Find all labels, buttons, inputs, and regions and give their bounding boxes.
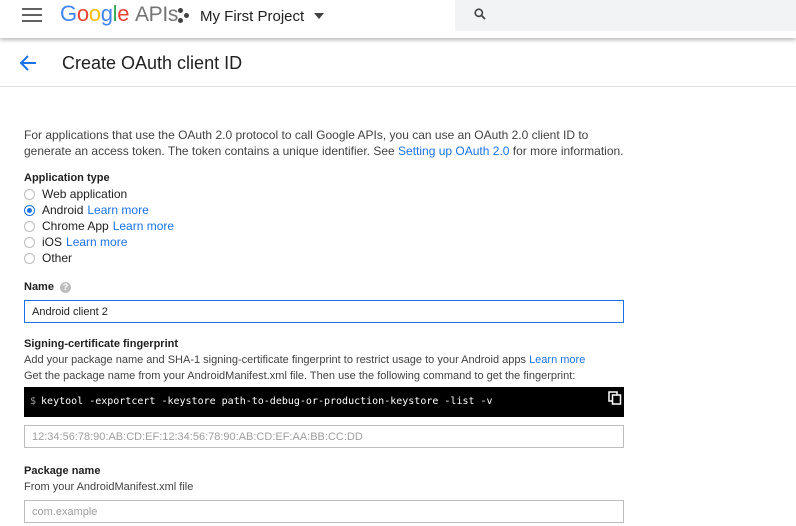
page-header: Create OAuth client ID <box>0 38 796 87</box>
logo-letter: e <box>117 1 130 26</box>
fingerprint-instructions: Get the package name from your AndroidMa… <box>24 370 576 382</box>
chevron-down-icon <box>314 13 325 19</box>
chrome-app-learn-more-link[interactable]: Learn more <box>113 218 174 234</box>
project-dots-icon <box>178 8 194 24</box>
package-name-label: Package name <box>24 465 101 477</box>
fingerprint-input[interactable] <box>24 425 624 448</box>
keytool-command-box: $ keytool -exportcert -keystore path-to-d… <box>24 387 624 417</box>
radio-label: iOS <box>42 235 63 249</box>
help-icon[interactable]: ? <box>59 281 71 293</box>
setting-up-oauth-link[interactable]: Setting up OAuth 2.0 <box>398 144 509 158</box>
intro-text: For applications that use the OAuth 2.0 … <box>24 127 624 159</box>
radio-label: Chrome App <box>42 219 109 233</box>
radio-other[interactable] <box>24 252 35 264</box>
radio-option-android[interactable]: Android Learn more <box>24 202 624 218</box>
logo-letter: o <box>76 1 89 26</box>
command-prompt: $ <box>30 396 37 407</box>
radio-chrome-app[interactable] <box>24 220 35 232</box>
name-label: Name <box>24 281 54 293</box>
android-learn-more-link[interactable]: Learn more <box>87 202 148 218</box>
application-type-radio-group: Web application Android Learn more Chrome … <box>24 186 624 266</box>
logo-letter: G <box>60 1 77 26</box>
logo-letter: g <box>100 1 113 26</box>
search-icon[interactable] <box>474 8 486 20</box>
logo-apis-text: APIs <box>134 3 179 26</box>
name-input[interactable] <box>24 300 624 323</box>
radio-android[interactable] <box>24 204 35 216</box>
package-name-description: From your AndroidManifest.xml file <box>24 481 194 493</box>
copy-icon[interactable] <box>608 391 622 405</box>
radio-label: Other <box>42 251 73 265</box>
radio-web-application[interactable] <box>24 188 35 200</box>
project-name: My First Project <box>200 7 305 25</box>
radio-label: Web application <box>42 187 128 201</box>
fingerprint-desc-text: Add your package name and SHA-1 signing-… <box>24 354 530 366</box>
radio-option-other[interactable]: Other <box>24 250 624 266</box>
logo-letter: o <box>88 1 101 26</box>
package-name-input[interactable] <box>24 500 624 523</box>
fingerprint-learn-more-link[interactable]: Learn more <box>529 354 585 366</box>
top-app-bar: Google APIs My First Project <box>0 0 796 38</box>
hamburger-menu-icon[interactable] <box>22 8 42 24</box>
radio-option-web-application[interactable]: Web application <box>24 186 624 202</box>
radio-ios[interactable] <box>24 236 35 248</box>
back-arrow-icon[interactable] <box>18 54 38 72</box>
radio-label: Android <box>42 203 84 217</box>
ios-learn-more-link[interactable]: Learn more <box>66 234 127 250</box>
radio-option-ios[interactable]: iOS Learn more <box>24 234 624 250</box>
page-title: Create OAuth client ID <box>62 53 243 73</box>
radio-option-chrome-app[interactable]: Chrome App Learn more <box>24 218 624 234</box>
name-label-row: Name? <box>24 279 624 295</box>
application-type-label: Application type <box>24 172 110 184</box>
fingerprint-description: Add your package name and SHA-1 signing-… <box>24 352 624 368</box>
keytool-command: keytool -exportcert -keystore path-to-de… <box>41 396 493 407</box>
intro-text-after: for more information. <box>509 144 624 158</box>
project-selector[interactable]: My First Project <box>178 5 325 27</box>
google-apis-logo[interactable]: Google APIs <box>60 1 178 27</box>
search-bar[interactable] <box>455 0 796 31</box>
oauth-form: For applications that use the OAuth 2.0 … <box>24 127 624 523</box>
fingerprint-label: Signing-certificate fingerprint <box>24 338 179 350</box>
logo-google-text: Google <box>60 1 129 26</box>
